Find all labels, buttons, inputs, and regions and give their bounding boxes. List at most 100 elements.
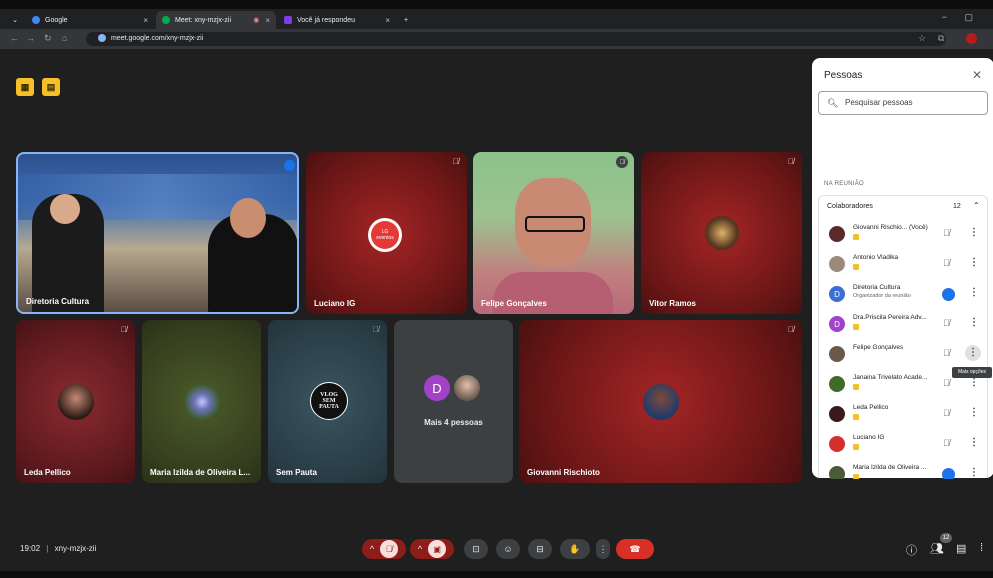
participant-name: Leda Pellico xyxy=(853,404,889,411)
chevron-down-icon: ⌄ xyxy=(12,17,18,24)
participant-row[interactable]: Giovanni Rischio... (Você) 🎙̸ ⋮ xyxy=(819,220,987,250)
more-options-icon[interactable]: ⋮ xyxy=(969,437,979,448)
mic-off-icon: 🎙̸ xyxy=(788,157,794,166)
address-bar-row: ← → ↻ ⌂ meet.google.com/xny-mzjx-zii ☆ ⧉ xyxy=(0,29,993,49)
more-options-icon[interactable]: ⋮ xyxy=(965,345,981,361)
avatar xyxy=(829,436,845,452)
search-input[interactable]: 🔍︎ Pesquisar pessoas xyxy=(818,91,988,115)
participant-row[interactable]: D Diretoria Cultura Organizador da reuni… xyxy=(819,280,987,310)
more-vert-icon: ⋮ xyxy=(598,543,608,554)
group-label: Colaboradores xyxy=(827,203,873,210)
host-controls-icon[interactable]: ▦ xyxy=(16,78,34,96)
video-tile[interactable]: 🎙̸ Leda Pellico xyxy=(16,320,135,483)
participant-row[interactable]: Maria Izilda de Oliveira ... ⋮ xyxy=(819,460,987,479)
reload-icon[interactable]: ↻ xyxy=(44,33,52,44)
tab-forms[interactable]: Você já respondeu × xyxy=(278,11,396,29)
panel-title: Pessoas xyxy=(824,70,863,81)
more-options-icon[interactable]: ⋮ xyxy=(969,287,979,298)
participant-row[interactable]: Felipe Gonçalves 🎙̸ ⋮ xyxy=(819,340,987,370)
avatar xyxy=(829,466,845,479)
video-tile[interactable]: Diretoria Cultura xyxy=(16,152,299,314)
chevron-up-icon[interactable]: ^ xyxy=(418,544,422,554)
more-options-icon[interactable]: ⋮ xyxy=(969,407,979,418)
reactions-button[interactable]: ☺ xyxy=(496,539,520,559)
mic-off-icon[interactable]: 🎙̸ xyxy=(943,438,950,448)
cohost-badge-icon xyxy=(853,474,859,479)
meeting-code: xny-mzjx-zii xyxy=(54,544,97,553)
mic-off-icon[interactable]: 🎙̸ xyxy=(943,378,950,388)
cohost-badge-icon xyxy=(853,234,859,240)
participant-row[interactable]: D Dra.Priscila Pereira Adv... 🎙̸ ⋮ xyxy=(819,310,987,340)
info-icon[interactable]: ⓘ xyxy=(906,542,917,558)
chevron-up-icon[interactable]: ⌃ xyxy=(973,201,980,210)
mic-off-icon[interactable]: 🎙̸ xyxy=(943,408,950,418)
tab-search-button[interactable]: ⌄ xyxy=(8,11,22,29)
more-options-icon[interactable]: ⋮ xyxy=(969,467,979,478)
present-button[interactable]: ⊡ xyxy=(464,539,488,559)
home-icon[interactable]: ⌂ xyxy=(62,33,67,43)
search-placeholder: Pesquisar pessoas xyxy=(845,98,913,107)
more-options-button[interactable]: ⋮ xyxy=(596,539,610,559)
more-options-icon[interactable]: ⋮ xyxy=(969,377,979,388)
extensions-icon[interactable]: ⧉ xyxy=(938,33,944,44)
mic-off-icon: 🎙̸ xyxy=(373,325,379,334)
address-bar[interactable]: meet.google.com/xny-mzjx-zii xyxy=(86,32,946,46)
mic-control[interactable]: ^ 🎙̸ xyxy=(362,539,406,559)
speaking-indicator-icon xyxy=(942,288,955,301)
camera-off-icon[interactable]: ▣̸ xyxy=(428,540,447,558)
close-icon[interactable]: × xyxy=(143,16,148,25)
close-icon[interactable]: × xyxy=(385,16,390,25)
more-people-tile[interactable]: D Mais 4 pessoas xyxy=(394,320,513,483)
video-tile[interactable]: 🎙̸ Vitor Ramos xyxy=(641,152,802,314)
participant-row[interactable]: Antonio Vladika 🎙̸ ⋮ xyxy=(819,250,987,280)
profile-avatar[interactable] xyxy=(966,33,977,44)
more-options-icon[interactable]: ⋮ xyxy=(969,227,979,238)
video-tile[interactable]: VLOG SEM PAUTA 🎙̸ Sem Pauta xyxy=(268,320,387,483)
avatar xyxy=(454,375,480,401)
chat-icon[interactable]: ▤ xyxy=(956,542,966,555)
tab-google[interactable]: Google × xyxy=(26,11,154,29)
tab-meet[interactable]: Meet: xny-mzjx-zii ◉ × xyxy=(156,11,276,29)
more-options-icon[interactable]: ⋮ xyxy=(969,317,979,328)
video-tile[interactable]: Maria Izilda de Oliveira L... xyxy=(142,320,261,483)
close-icon[interactable]: × xyxy=(265,16,270,25)
apps-grid-icon[interactable]: ⁞ xyxy=(980,542,983,554)
mic-off-icon[interactable]: 🎙̸ xyxy=(380,540,399,558)
video-tile[interactable]: 🎙̸ Giovanni Rischioto xyxy=(519,320,802,483)
minimize-icon[interactable]: − xyxy=(942,12,947,22)
site-info-icon[interactable] xyxy=(98,34,106,43)
leave-call-button[interactable]: ☎ xyxy=(616,539,654,559)
browser-tab-bar: ⌄ Google × Meet: xny-mzjx-zii ◉ × Você j… xyxy=(0,9,993,29)
more-options-icon[interactable]: ⋮ xyxy=(969,257,979,268)
tile-name: Giovanni Rischioto xyxy=(527,468,600,477)
group-header[interactable]: Colaboradores 12 ⌃ xyxy=(819,196,987,218)
forward-icon[interactable]: → xyxy=(26,33,35,43)
mic-off-icon[interactable]: 🎙̸ xyxy=(943,258,950,268)
participant-row[interactable]: Leda Pellico 🎙̸ ⋮ xyxy=(819,400,987,430)
video-tile[interactable]: 🎙̸ Felipe Gonçalves xyxy=(473,152,634,314)
new-tab-button[interactable]: + xyxy=(398,11,414,29)
avatar: D xyxy=(829,286,845,302)
tab-label: Meet: xny-mzjx-zii xyxy=(175,16,232,24)
camera-control[interactable]: ^ ▣̸ xyxy=(410,539,454,559)
restore-icon[interactable]: ▢ xyxy=(964,12,973,23)
tile-name: Maria Izilda de Oliveira L... xyxy=(150,468,251,477)
bookmark-star-icon[interactable]: ☆ xyxy=(918,33,926,44)
activities-icon[interactable]: ▤ xyxy=(42,78,60,96)
back-icon[interactable]: ← xyxy=(10,33,19,43)
mic-off-icon[interactable]: 🎙̸ xyxy=(943,348,950,358)
meeting-info: 19:02 | xny-mzjx-zii xyxy=(20,544,96,553)
people-icon[interactable]: 👥︎ xyxy=(930,542,944,555)
participant-name: Dra.Priscila Pereira Adv... xyxy=(853,314,927,321)
mic-off-icon[interactable]: 🎙̸ xyxy=(943,318,950,328)
close-icon[interactable]: ✕ xyxy=(972,68,982,82)
raise-hand-button[interactable]: ✋ xyxy=(560,539,590,559)
participant-row[interactable]: Luciano IG 🎙̸ ⋮ xyxy=(819,430,987,460)
chevron-up-icon[interactable]: ^ xyxy=(370,544,374,554)
captions-button[interactable]: ⊟ xyxy=(528,539,552,559)
forms-favicon-icon xyxy=(284,16,292,24)
video-tile[interactable]: LG eventos 🎙̸ Luciano IG xyxy=(306,152,467,314)
vlog-logo-text: VLOG SEM PAUTA xyxy=(319,392,339,410)
mic-off-icon[interactable]: 🎙̸ xyxy=(943,228,950,238)
tile-name: Vitor Ramos xyxy=(649,299,696,308)
